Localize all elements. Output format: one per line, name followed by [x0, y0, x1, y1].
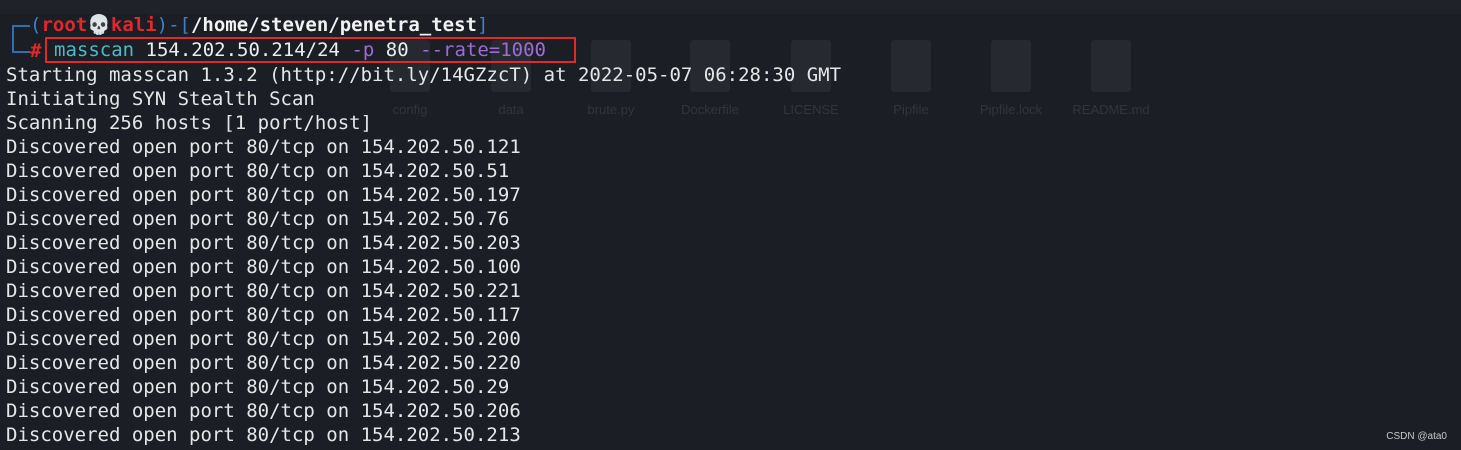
watermark: CSDN @ata0: [1386, 431, 1447, 442]
ghost-file: README.md: [1066, 40, 1156, 117]
output-line: Starting masscan 1.3.2 (http://bit.ly/14…: [6, 64, 842, 86]
root-hash-symbol: #: [30, 40, 42, 62]
prompt-corner-bottom: [12, 36, 30, 53]
output-line: Discovered open port 80/tcp on 154.202.5…: [6, 256, 521, 278]
terminal-window[interactable]: config data brute.py Dockerfile LICENSE …: [0, 0, 1461, 450]
output-line: Discovered open port 80/tcp on 154.202.5…: [6, 376, 510, 398]
output-line: Discovered open port 80/tcp on 154.202.5…: [6, 184, 521, 206]
prompt-path: /home/steven/penetra_test: [190, 14, 477, 36]
output-line: Discovered open port 80/tcp on 154.202.5…: [6, 352, 521, 374]
ghost-file: Pipfile: [866, 40, 956, 117]
output-line: Scanning 256 hosts [1 port/host]: [6, 112, 373, 134]
output-line: Discovered open port 80/tcp on 154.202.5…: [6, 400, 521, 422]
skull-icon: 💀: [87, 14, 111, 36]
output-line: Discovered open port 80/tcp on 154.202.5…: [6, 280, 521, 302]
prompt-host: kali: [110, 14, 157, 36]
output-line: Initiating SYN Stealth Scan: [6, 88, 315, 110]
output-line: Discovered open port 80/tcp on 154.202.5…: [6, 424, 521, 446]
output-line: Discovered open port 80/tcp on 154.202.5…: [6, 328, 521, 350]
command-rate-flag: --rate=1000: [420, 39, 546, 61]
desktop-ghost-bar: [0, 0, 1461, 14]
output-line: Discovered open port 80/tcp on 154.202.5…: [6, 304, 521, 326]
command-port: 80: [385, 39, 409, 61]
output-line: Discovered open port 80/tcp on 154.202.5…: [6, 136, 521, 158]
prompt-symbol-line: #: [30, 39, 41, 63]
command-port-flag: -p: [351, 39, 375, 61]
prompt-line: (root💀kali)-[/home/steven/penetra_test]: [30, 14, 489, 36]
command-line[interactable]: masscan 154.202.50.214/24 -p 80 --rate=1…: [54, 38, 546, 62]
command-name: masscan: [54, 39, 135, 61]
output-line: Discovered open port 80/tcp on 154.202.5…: [6, 208, 510, 230]
ghost-file: Pipfile.lock: [966, 40, 1056, 117]
output-line: Discovered open port 80/tcp on 154.202.5…: [6, 232, 521, 254]
command-target: 154.202.50.214/24: [145, 39, 340, 61]
prompt-user: root: [41, 14, 88, 36]
output-line: Discovered open port 80/tcp on 154.202.5…: [6, 160, 510, 182]
